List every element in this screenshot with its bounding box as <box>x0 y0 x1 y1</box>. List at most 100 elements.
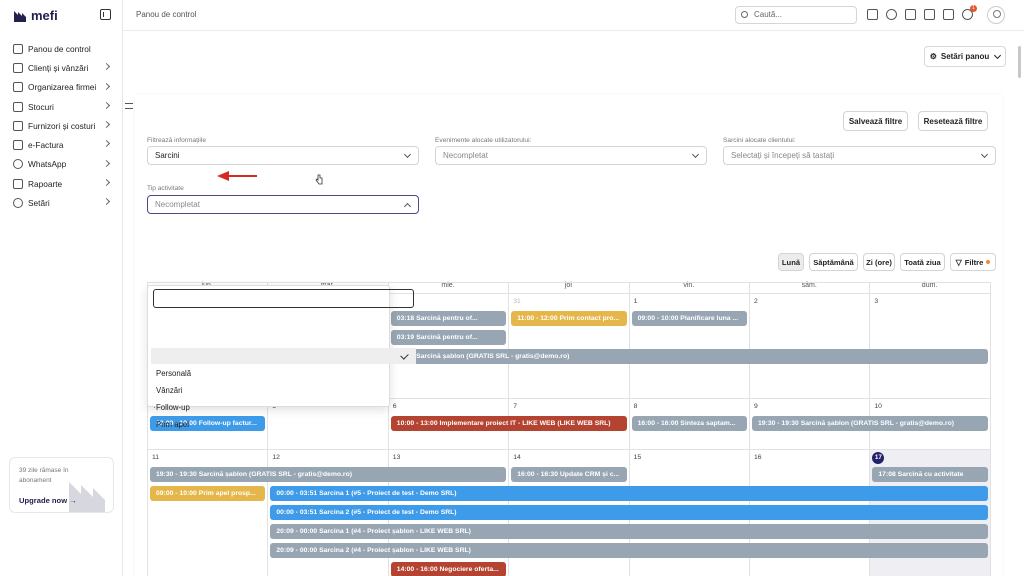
day-number[interactable]: 11 <box>152 454 159 461</box>
sidebar-item-label: WhatsApp <box>28 159 67 170</box>
tasks-check-icon[interactable] <box>924 9 935 20</box>
sidebar-item-7[interactable]: Rapoarte <box>0 174 123 193</box>
save-filters-button[interactable]: Salvează filtre <box>843 111 908 131</box>
sidebar-item-2[interactable]: Organizarea firmei <box>0 78 123 97</box>
logo[interactable]: mefi <box>13 8 58 23</box>
bell-icon[interactable]: 1 <box>962 5 977 20</box>
day-number[interactable]: 8 <box>634 403 638 410</box>
day-number[interactable]: 3 <box>874 298 878 305</box>
calendar-event[interactable]: 19:30 Sarcină șablon (GRATIS SRL - grati… <box>390 349 988 364</box>
search-input[interactable]: Caută... <box>735 6 857 24</box>
filter-active-dot <box>986 260 991 264</box>
calendar-event[interactable]: 16:00 - 16:30 Update CRM și c... <box>511 467 627 482</box>
day-number[interactable]: 9 <box>754 403 758 410</box>
calendar-event[interactable]: 19:30 - 19:30 Sarcină șablon (GRATIS SRL… <box>752 416 988 431</box>
tasks-client-select[interactable]: Selectați și începeți să tastați <box>723 146 996 165</box>
dropdown-option-2[interactable]: Vânzări <box>151 383 416 399</box>
drag-handle-icon[interactable] <box>125 103 133 109</box>
view-day-hours-button[interactable]: Zi (ore) <box>863 253 895 271</box>
calendar-event[interactable]: 20:09 - 00:00 Sarcina 2 (#4 - Proiect șa… <box>270 543 988 558</box>
tasks-filter-label: Sarcini alocate clientului: <box>723 137 796 144</box>
chevron-right-icon <box>102 82 111 90</box>
dropdown-option-label: Prim apel <box>156 420 189 429</box>
search-icon <box>741 11 748 18</box>
day-number[interactable]: 2 <box>754 298 758 305</box>
sidebar-users-icon <box>13 62 23 73</box>
calendar-event[interactable]: 20:09 - 00:00 Sarcina 1 (#4 - Proiect șa… <box>270 524 988 539</box>
sidebar-item-4[interactable]: Furnizori și costuri <box>0 116 123 135</box>
calendar-event[interactable]: 00:00 - 03:51 Sarcina 2 (#5 - Proiect de… <box>270 505 988 520</box>
dropdown-option-0[interactable] <box>151 348 416 364</box>
gear-icon: ⚙ <box>929 52 937 61</box>
day-number[interactable]: 12 <box>272 454 280 461</box>
calendar-icon[interactable] <box>905 9 916 20</box>
day-number[interactable]: 1 <box>634 298 638 305</box>
user-avatar[interactable] <box>987 6 1005 24</box>
settings-panel-button[interactable]: ⚙ Setări panou <box>924 46 1006 67</box>
day-number[interactable]: 16 <box>754 454 762 461</box>
page-scrollbar[interactable] <box>1018 46 1021 78</box>
calendar-event[interactable]: 09:00 - 10:00 Prim apel prosp... <box>150 486 266 501</box>
sidebar-item-6[interactable]: WhatsApp <box>0 155 123 174</box>
sidebar-item-label: Clienți și vânzări <box>28 62 89 73</box>
sidebar-send-icon <box>13 140 23 151</box>
reset-filters-button[interactable]: Resetează filtre <box>918 111 988 131</box>
sidebar-item-8[interactable]: Setări <box>0 193 123 212</box>
add-icon[interactable] <box>867 9 878 20</box>
view-month-button[interactable]: Lună <box>778 253 804 271</box>
settings-panel-label: Setări panou <box>940 52 990 61</box>
activity-type-select[interactable]: Necompletat <box>147 195 419 214</box>
dropdown-option-3[interactable]: Follow-up <box>151 400 416 416</box>
chevron-down-icon <box>994 51 1002 59</box>
sidebar-item-1[interactable]: Clienți și vânzări <box>0 58 123 77</box>
day-number[interactable]: 15 <box>634 454 642 461</box>
notification-badge: 1 <box>970 5 977 12</box>
grid-hline <box>147 282 990 283</box>
day-number[interactable]: 31 <box>513 298 521 305</box>
day-number[interactable]: 7 <box>513 403 517 410</box>
calendar-event[interactable]: 00:00 - 03:51 Sarcina 1 (#5 - Proiect de… <box>270 486 988 501</box>
calendar-event[interactable]: 03:19 Sarcină pentru of... <box>390 330 507 345</box>
sidebar-item-0[interactable]: Panou de control <box>0 39 123 58</box>
dropdown-option-1[interactable]: Personală <box>151 366 416 382</box>
tasks-filter-placeholder: Selectați și începeți să tastați <box>731 151 835 160</box>
chevron-right-icon <box>102 198 111 206</box>
chevron-right-icon <box>102 140 111 148</box>
sidebar-item-3[interactable]: Stocuri <box>0 97 123 116</box>
chevron-up-icon <box>403 202 412 211</box>
sidebar-truck-icon <box>13 120 23 131</box>
filters-button[interactable]: ▽ Filtre <box>950 253 996 271</box>
calendar-event[interactable]: 11:00 - 12:00 Prim contact pro... <box>511 311 627 326</box>
view-week-button[interactable]: Săptămână <box>809 253 858 271</box>
main-content: ⚙ Setări panou Salvează filtre Resetează… <box>123 31 1024 576</box>
calendar-event[interactable]: 10:00 - 13:00 Implementare proiect IT - … <box>390 416 627 431</box>
collapse-sidebar-icon[interactable] <box>100 9 111 20</box>
dropdown-search-input[interactable] <box>153 289 414 308</box>
calendar-event[interactable]: 16:00 - 16:00 Sinteza saptam... <box>631 416 747 431</box>
weekday-header: joi <box>564 282 572 289</box>
info-filter-select[interactable]: Sarcini <box>147 146 419 165</box>
chat-icon[interactable] <box>943 9 954 20</box>
calendar-event[interactable]: 19:30 - 19:30 Sarcină șablon (GRATIS SRL… <box>150 467 507 482</box>
timer-icon[interactable] <box>886 9 897 20</box>
view-all-day-button[interactable]: Toată ziua <box>900 253 945 271</box>
sidebar-item-label: Organizarea firmei <box>28 82 97 93</box>
day-number[interactable]: 14 <box>513 454 521 461</box>
calendar-event[interactable]: 03:18 Sarcină pentru of... <box>390 311 507 326</box>
logo-text: mefi <box>31 8 58 23</box>
sidebar-clipboard-icon <box>13 178 23 189</box>
dropdown-option-4[interactable]: Prim apel <box>151 417 416 433</box>
calendar-event[interactable]: 17:08 Sarcină cu activitate <box>872 467 988 482</box>
chevron-down-icon <box>403 150 412 159</box>
sidebar-item-5[interactable]: e-Factura <box>0 135 123 154</box>
events-filter-select[interactable]: Necompletat <box>435 146 707 165</box>
calendar-event[interactable]: 09:00 - 10:00 Planificare luna ... <box>631 311 747 326</box>
day-number[interactable]: 13 <box>393 454 401 461</box>
day-number[interactable]: 10 <box>874 403 882 410</box>
hand-cursor-icon <box>315 174 323 185</box>
info-filter-value: Sarcini <box>155 151 180 160</box>
sidebar-item-label: Setări <box>28 198 50 209</box>
chevron-down-icon <box>691 150 700 159</box>
sidebar-item-label: Stocuri <box>28 101 54 112</box>
calendar-event[interactable]: 14:00 - 16:00 Negociere oferta... <box>390 562 507 576</box>
